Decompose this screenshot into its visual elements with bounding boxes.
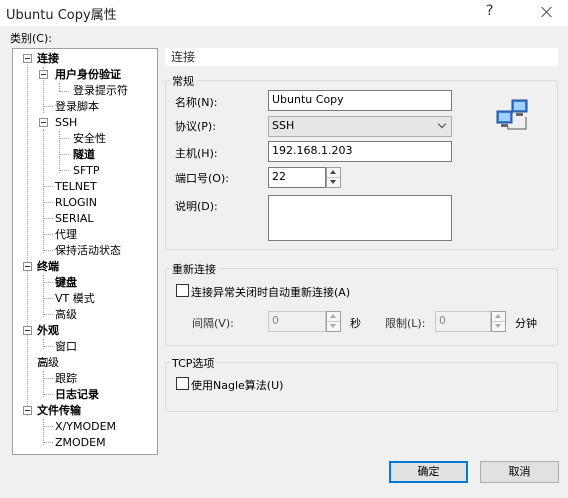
auto-reconnect-checkbox[interactable]	[176, 284, 189, 297]
limit-down-icon[interactable]	[492, 322, 505, 332]
help-button[interactable]: ?	[486, 3, 493, 19]
tree-item-advanced[interactable]: 高级	[37, 355, 59, 371]
port-field[interactable]: 22	[268, 167, 326, 188]
tree-item-connection[interactable]: 连接	[37, 51, 59, 67]
name-label: 名称(N):	[175, 96, 218, 109]
general-group-label: 常规	[170, 73, 196, 89]
section-title: 连接	[165, 48, 558, 66]
network-computers-icon	[496, 99, 528, 130]
tree-item-sftp[interactable]: SFTP	[73, 163, 99, 179]
title-bar: Ubuntu Copy属性 ?	[0, 0, 568, 26]
tree-item-logging[interactable]: 日志记录	[55, 387, 99, 403]
collapse-icon[interactable]	[39, 118, 48, 127]
tcp-group-label: TCP选项	[170, 355, 217, 371]
nagle-checkbox[interactable]	[176, 377, 189, 390]
tree-item-file-transfer[interactable]: 文件传输	[37, 403, 81, 419]
name-field[interactable]: Ubuntu Copy	[268, 90, 452, 111]
chevron-down-icon	[437, 119, 447, 129]
tree-item-tunnel[interactable]: 隧道	[73, 147, 95, 163]
protocol-label: 协议(P):	[175, 120, 216, 133]
tree-item-user-auth[interactable]: 用户身份验证	[55, 67, 121, 83]
protocol-select[interactable]: SSH	[268, 116, 452, 137]
collapse-icon[interactable]	[23, 54, 32, 63]
tree-item-xymodem[interactable]: X/YMODEM	[55, 419, 116, 435]
collapse-icon[interactable]	[39, 70, 48, 79]
interval-unit: 秒	[350, 317, 361, 330]
reconnect-group	[165, 268, 558, 346]
protocol-value: SSH	[272, 119, 295, 132]
tree-item-login-prompt[interactable]: 登录提示符	[73, 83, 128, 99]
limit-field[interactable]: 0	[435, 311, 491, 332]
tree-item-zmodem[interactable]: ZMODEM	[55, 435, 106, 451]
port-up-icon[interactable]	[327, 168, 340, 178]
interval-field[interactable]: 0	[268, 311, 326, 332]
tree-item-keepalive[interactable]: 保持活动状态	[55, 243, 121, 259]
tree-item-security[interactable]: 安全性	[73, 131, 106, 147]
limit-stepper[interactable]	[491, 311, 506, 332]
window-title: Ubuntu Copy属性	[6, 8, 117, 23]
close-icon[interactable]	[534, 1, 560, 25]
category-label: 类别(C):	[10, 32, 52, 45]
tree-item-serial[interactable]: SERIAL	[55, 211, 93, 227]
cancel-button[interactable]: 取消	[480, 461, 559, 483]
description-field[interactable]	[268, 195, 452, 241]
tree-item-trace[interactable]: 跟踪	[55, 371, 77, 387]
collapse-icon[interactable]	[23, 326, 32, 335]
nagle-label: 使用Nagle算法(U)	[191, 379, 284, 392]
tree-item-keyboard[interactable]: 键盘	[55, 275, 77, 291]
tree-item-ssh[interactable]: SSH	[55, 115, 77, 131]
collapse-icon[interactable]	[23, 406, 32, 415]
interval-label: 间隔(V):	[192, 317, 234, 330]
tree-item-appearance[interactable]: 外观	[37, 323, 59, 339]
description-label: 说明(D):	[175, 200, 218, 213]
tree-item-telnet[interactable]: TELNET	[55, 179, 97, 195]
host-field[interactable]: 192.168.1.203	[268, 141, 452, 162]
tree-item-terminal[interactable]: 终端	[37, 259, 59, 275]
limit-label: 限制(L):	[385, 317, 426, 330]
interval-stepper[interactable]	[326, 311, 341, 332]
category-tree[interactable]: 连接 用户身份验证 登录提示符 登录脚本 SSH 安全性 隧道 SFTP TEL…	[12, 48, 158, 455]
interval-down-icon[interactable]	[327, 322, 340, 332]
collapse-icon[interactable]	[23, 262, 32, 271]
port-down-icon[interactable]	[327, 178, 340, 188]
tree-item-rlogin[interactable]: RLOGIN	[55, 195, 97, 211]
port-label: 端口号(O):	[175, 172, 229, 185]
tree-item-login-script[interactable]: 登录脚本	[55, 99, 99, 115]
host-label: 主机(H):	[175, 147, 218, 160]
tree-item-proxy[interactable]: 代理	[55, 227, 77, 243]
tree-item-terminal-advanced[interactable]: 高级	[55, 307, 77, 323]
ok-button[interactable]: 确定	[389, 461, 468, 483]
auto-reconnect-label: 连接异常关闭时自动重新连接(A)	[191, 286, 351, 299]
limit-up-icon[interactable]	[492, 312, 505, 322]
interval-up-icon[interactable]	[327, 312, 340, 322]
limit-unit: 分钟	[515, 317, 537, 330]
reconnect-group-label: 重新连接	[170, 261, 218, 277]
tree-item-vt-mode[interactable]: VT 模式	[55, 291, 95, 307]
port-stepper[interactable]	[326, 167, 341, 188]
tree-item-window[interactable]: 窗口	[55, 339, 77, 355]
